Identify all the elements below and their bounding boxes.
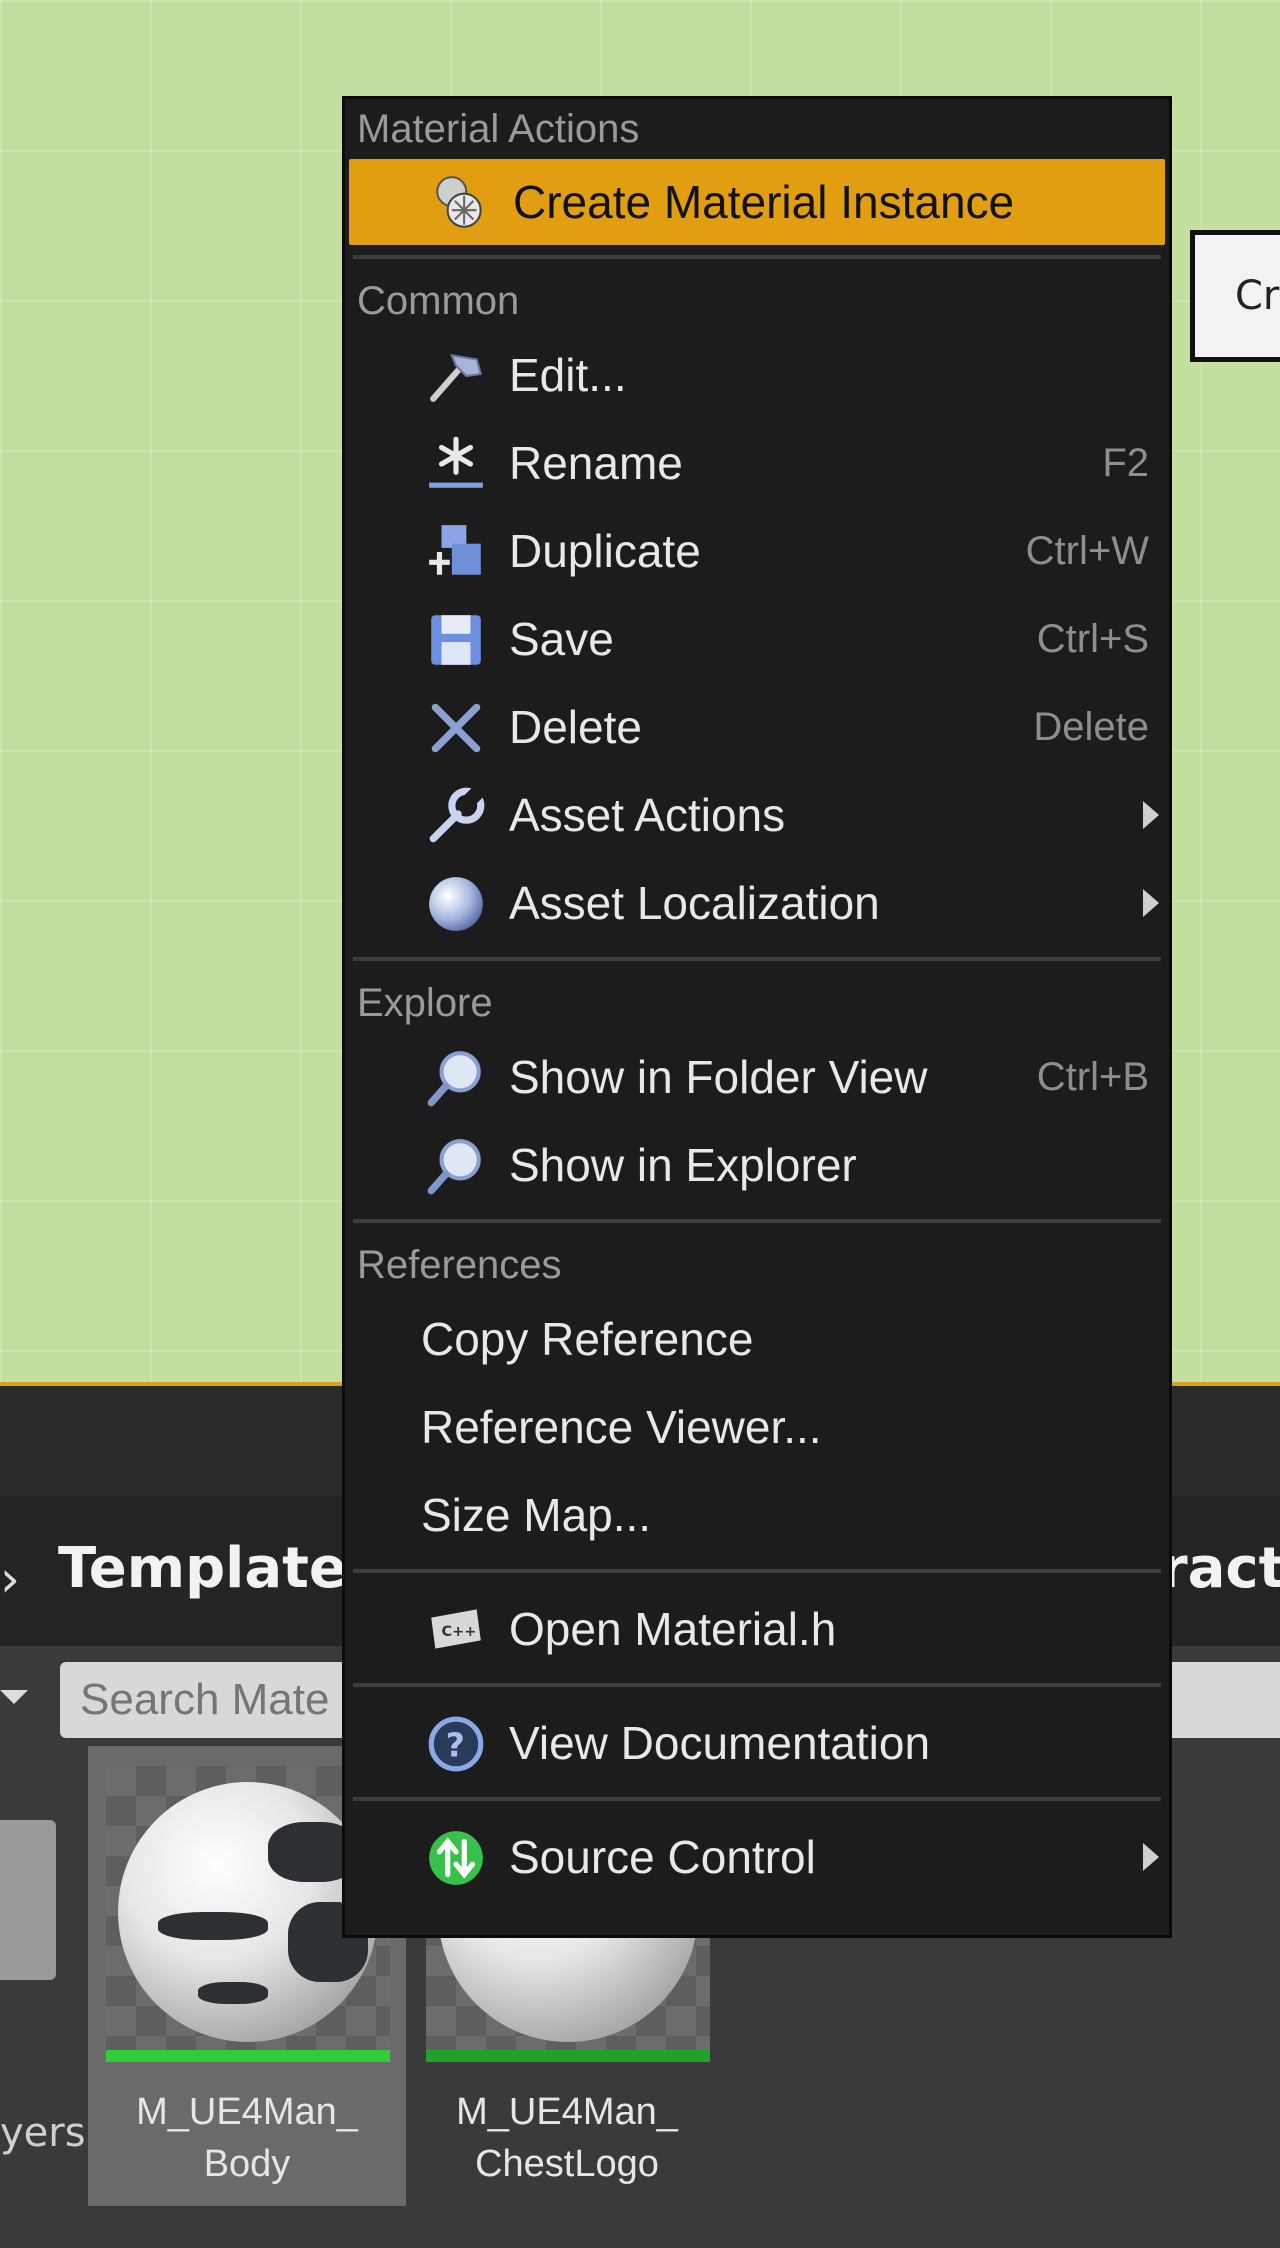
filter-dropdown-icon[interactable] bbox=[0, 1690, 28, 1704]
cpp-file-icon: C++ bbox=[431, 1609, 481, 1649]
show-in-explorer-item[interactable]: Show in Explorer bbox=[345, 1121, 1169, 1209]
menu-separator bbox=[353, 255, 1161, 259]
asset-localization-item[interactable]: Asset Localization bbox=[345, 859, 1169, 947]
source-control-icon bbox=[429, 1831, 483, 1885]
asset-context-menu: Material Actions Create Material Instanc… bbox=[342, 96, 1172, 1938]
asset-actions-item[interactable]: Asset Actions bbox=[345, 771, 1169, 859]
menu-separator bbox=[353, 1683, 1161, 1687]
submenu-arrow-icon bbox=[1143, 1843, 1159, 1871]
menu-item-label: Create Material Instance bbox=[513, 176, 1015, 228]
menu-separator bbox=[353, 957, 1161, 961]
menu-item-label: Delete bbox=[509, 701, 642, 753]
menu-item-label: Open Material.h bbox=[509, 1603, 837, 1655]
breadcrumb-folder[interactable]: TemplateC bbox=[58, 1536, 388, 1601]
menu-item-label: Show in Explorer bbox=[509, 1139, 857, 1191]
wrench-icon bbox=[429, 786, 485, 843]
delete-item[interactable]: Delete Delete bbox=[345, 683, 1169, 771]
shortcut-label: Delete bbox=[1033, 704, 1149, 749]
shortcut-label: Ctrl+W bbox=[1025, 528, 1149, 573]
save-icon bbox=[431, 615, 481, 665]
section-material-actions: Material Actions bbox=[357, 107, 640, 151]
svg-text:?: ? bbox=[446, 1725, 465, 1764]
menu-item-label: Show in Folder View bbox=[509, 1051, 928, 1103]
rename-icon bbox=[429, 436, 483, 488]
material-instance-icon bbox=[436, 176, 482, 228]
shortcut-label: Ctrl+S bbox=[1036, 616, 1149, 661]
size-map-item[interactable]: Size Map... bbox=[345, 1471, 1169, 1559]
shortcut-label: F2 bbox=[1102, 440, 1149, 485]
source-control-item[interactable]: Source Control bbox=[345, 1813, 1169, 1901]
show-in-folder-view-item[interactable]: Show in Folder View Ctrl+B bbox=[345, 1033, 1169, 1121]
asset-type-bar bbox=[426, 2050, 710, 2062]
menu-item-label: Asset Localization bbox=[509, 877, 880, 929]
copy-reference-item[interactable]: Copy Reference bbox=[345, 1295, 1169, 1383]
path-arrow-icon[interactable]: › bbox=[0, 1550, 20, 1608]
duplicate-item[interactable]: Duplicate Ctrl+W bbox=[345, 507, 1169, 595]
asset-name: M_UE4Man_ Body bbox=[136, 2091, 358, 2185]
shortcut-label: Ctrl+B bbox=[1036, 1054, 1149, 1099]
menu-separator bbox=[353, 1797, 1161, 1801]
create-material-instance-item[interactable]: Create Material Instance bbox=[349, 159, 1165, 245]
asset-name: M_UE4Man_ ChestLogo bbox=[456, 2091, 678, 2185]
folder-icon[interactable] bbox=[0, 1820, 56, 1980]
magnifier-icon bbox=[427, 1139, 481, 1195]
delete-icon bbox=[431, 703, 481, 753]
menu-item-label: Source Control bbox=[509, 1831, 816, 1883]
edit-item[interactable]: Edit... bbox=[345, 331, 1169, 419]
open-material-h-item[interactable]: C++ Open Material.h bbox=[345, 1585, 1169, 1673]
folder-label: yers bbox=[0, 2110, 86, 2156]
material-sphere-icon bbox=[118, 1782, 378, 2042]
menu-item-label: Copy Reference bbox=[421, 1313, 754, 1365]
menu-item-label: Reference Viewer... bbox=[421, 1401, 822, 1453]
viewport-side-button[interactable]: Cre bbox=[1190, 230, 1280, 362]
reference-viewer-item[interactable]: Reference Viewer... bbox=[345, 1383, 1169, 1471]
help-icon: ? bbox=[428, 1716, 484, 1772]
menu-item-label: Save bbox=[509, 613, 614, 665]
menu-item-label: Edit... bbox=[509, 349, 627, 401]
svg-text:C++: C++ bbox=[442, 1624, 477, 1640]
menu-item-label: Duplicate bbox=[509, 525, 701, 577]
section-references: References bbox=[357, 1243, 562, 1287]
menu-item-label: Rename bbox=[509, 437, 683, 489]
save-item[interactable]: Save Ctrl+S bbox=[345, 595, 1169, 683]
viewport-side-button-label: Cre bbox=[1235, 273, 1280, 319]
view-documentation-item[interactable]: ? View Documentation bbox=[345, 1699, 1169, 1787]
menu-item-label: View Documentation bbox=[509, 1717, 931, 1769]
menu-item-label: Asset Actions bbox=[509, 789, 786, 841]
menu-separator bbox=[353, 1219, 1161, 1223]
hammer-icon bbox=[430, 354, 483, 402]
submenu-arrow-icon bbox=[1143, 801, 1159, 829]
rename-item[interactable]: Rename F2 bbox=[345, 419, 1169, 507]
breadcrumb-folder-trailing[interactable]: ract bbox=[1160, 1536, 1280, 1601]
globe-icon bbox=[429, 877, 483, 931]
submenu-arrow-icon bbox=[1143, 889, 1159, 917]
asset-type-bar bbox=[106, 2050, 390, 2062]
section-common: Common bbox=[357, 279, 520, 323]
duplicate-icon bbox=[429, 525, 481, 575]
magnifier-icon bbox=[427, 1051, 481, 1107]
menu-separator bbox=[353, 1569, 1161, 1573]
menu-item-label: Size Map... bbox=[421, 1489, 652, 1541]
section-explore: Explore bbox=[357, 981, 493, 1025]
